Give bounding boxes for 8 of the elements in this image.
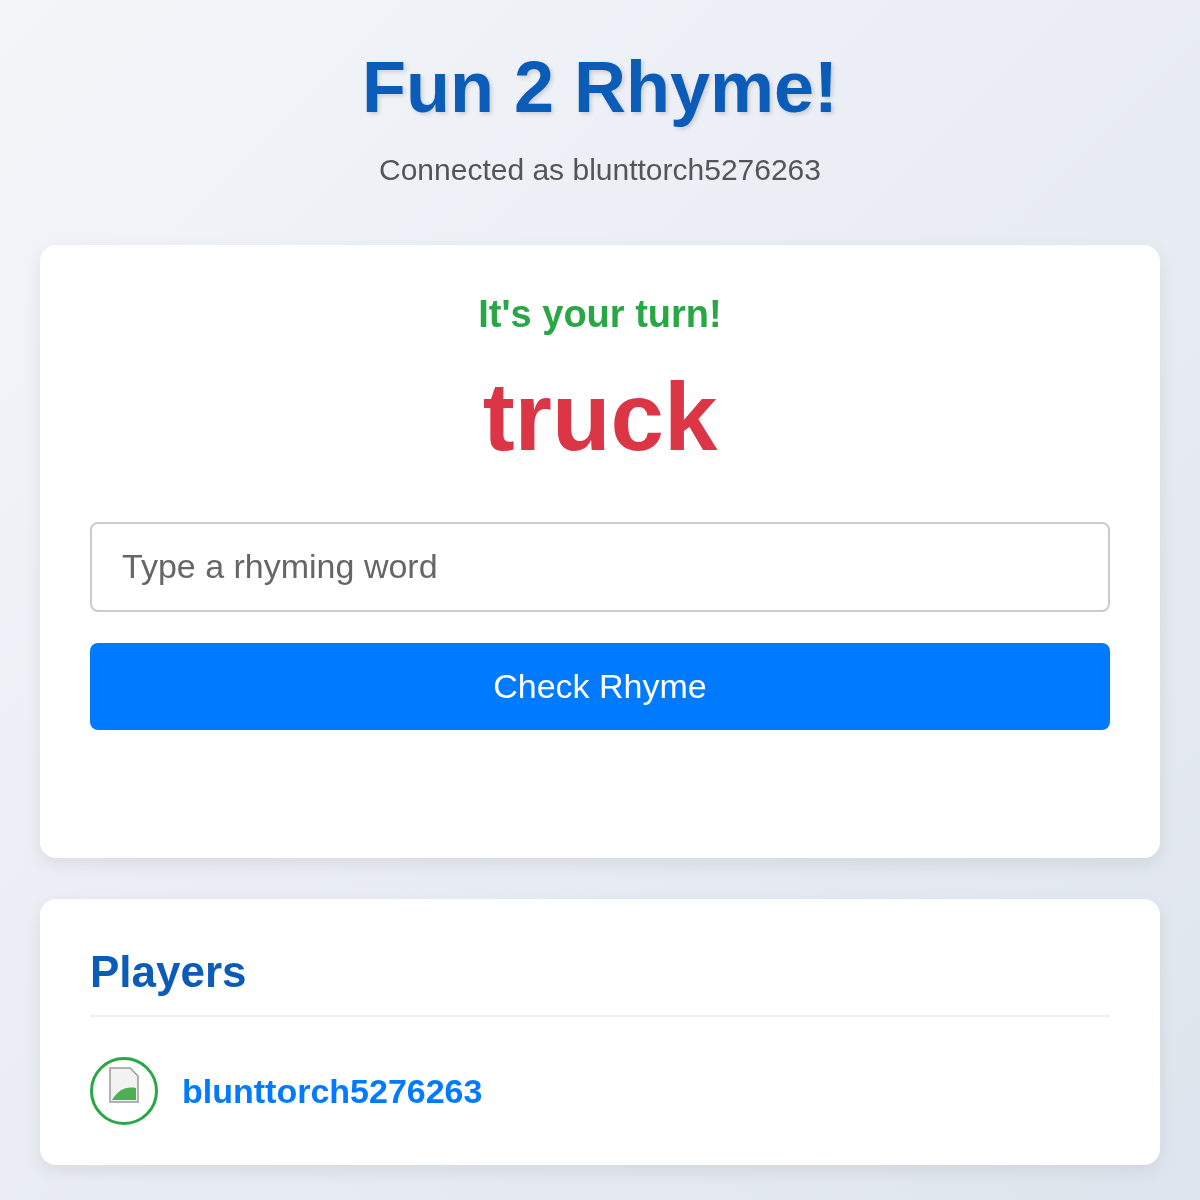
turn-message: It's your turn! xyxy=(477,293,723,337)
players-heading: Players xyxy=(90,947,1110,1018)
check-rhyme-button[interactable]: Check Rhyme xyxy=(90,642,1110,730)
player-name: blunttorch5276263 xyxy=(182,1071,483,1111)
connection-status: Connected as blunttorch5276263 xyxy=(378,153,822,188)
target-word: truck xyxy=(481,364,719,470)
rhyme-input-field[interactable]: Type a rhyming word xyxy=(90,521,1110,612)
app-title: Fun 2 Rhyme! xyxy=(360,48,840,128)
